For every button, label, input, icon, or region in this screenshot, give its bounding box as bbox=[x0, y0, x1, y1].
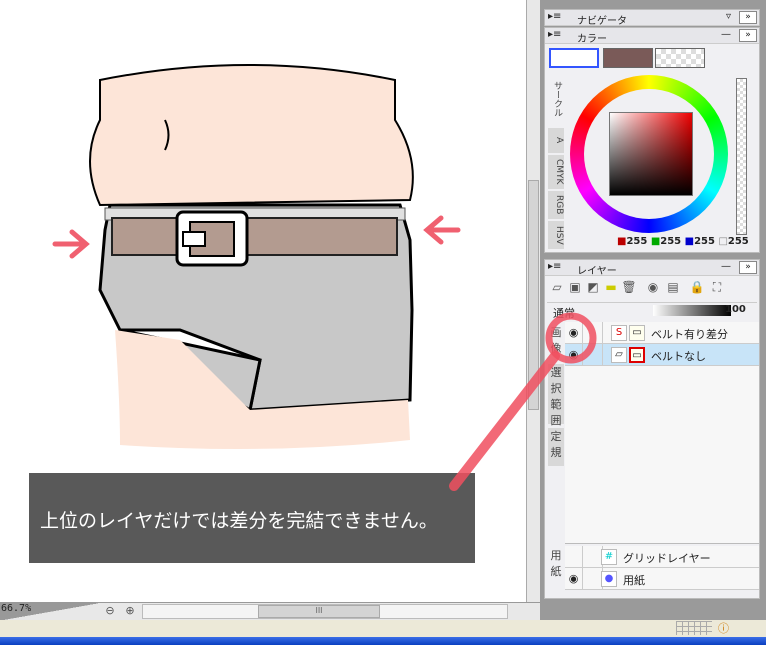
trash-icon[interactable]: 🗑 bbox=[621, 280, 637, 296]
tab-paper[interactable]: 用紙 bbox=[548, 547, 564, 591]
layer-thumbnail: S bbox=[611, 325, 627, 341]
color-panel: ▸≡ カラー — » サークル A CMYK RGB HSV ■255 ■255 ■2… bbox=[544, 27, 760, 253]
sub-color-swatch[interactable] bbox=[603, 48, 653, 68]
menu-icon[interactable]: ▸≡ bbox=[548, 29, 561, 40]
mask-icon[interactable]: ◉ bbox=[645, 280, 661, 296]
info-icon[interactable]: ⓘ bbox=[718, 620, 729, 636]
opacity-slider[interactable] bbox=[653, 305, 731, 316]
paper-icon: ● bbox=[601, 571, 617, 587]
annotation-circle bbox=[449, 312, 597, 491]
folder-icon: ▭ bbox=[629, 347, 645, 363]
layer-name: ベルトなし bbox=[651, 350, 706, 363]
transparent-swatch[interactable] bbox=[655, 48, 705, 68]
tab-circle[interactable]: サークル bbox=[548, 71, 564, 126]
folder-open-icon: ▱ bbox=[611, 347, 627, 363]
lock-icon[interactable]: 🔒 bbox=[689, 280, 705, 296]
tab-hsv[interactable]: HSV bbox=[548, 221, 564, 249]
panel-title: カラー bbox=[577, 34, 607, 45]
copy-layer-icon[interactable]: ▣ bbox=[567, 280, 583, 296]
opacity-value[interactable]: 100 bbox=[725, 304, 746, 315]
eye-icon[interactable]: ◉ bbox=[565, 568, 583, 590]
alpha-slider[interactable] bbox=[736, 78, 747, 235]
blue-value: 255 bbox=[694, 236, 715, 247]
folder-icon: ▭ bbox=[629, 325, 645, 341]
layer-name: 用紙 bbox=[623, 574, 645, 587]
zoom-in-icon[interactable]: ⊕ bbox=[122, 604, 138, 619]
zoom-out-icon[interactable]: ⊖ bbox=[102, 604, 118, 619]
color-values: ■255 ■255 ■255 □255 bbox=[617, 236, 749, 247]
collapse-button[interactable]: » bbox=[739, 11, 757, 24]
menu-icon[interactable]: ▸≡ bbox=[548, 261, 561, 272]
fit-icon[interactable]: ⛶ bbox=[709, 280, 725, 296]
expand-icon[interactable]: ▿ bbox=[726, 11, 731, 22]
alpha-value: 255 bbox=[727, 236, 749, 247]
caption-box: 上位のレイヤだけでは差分を完結できません。 bbox=[29, 473, 475, 563]
panel-title: レイヤー bbox=[577, 266, 617, 277]
taskbar bbox=[0, 637, 766, 645]
red-value: 255 bbox=[626, 236, 648, 247]
menu-icon[interactable]: ▸≡ bbox=[548, 11, 561, 22]
new-folder-icon[interactable]: ▬ bbox=[603, 280, 619, 296]
collapse-button[interactable]: » bbox=[739, 29, 757, 42]
minimize-icon[interactable]: — bbox=[721, 29, 731, 40]
saturation-value-square[interactable] bbox=[609, 112, 693, 196]
zoom-level[interactable]: 66.7% bbox=[0, 603, 98, 621]
edit-layer-icon[interactable]: ◩ bbox=[585, 280, 601, 296]
layer-row[interactable]: # グリッドレイヤー bbox=[565, 546, 759, 568]
minimize-icon[interactable]: — bbox=[721, 261, 731, 272]
status-bar: ⓘ bbox=[0, 620, 766, 637]
new-layer-icon[interactable]: ▱ bbox=[549, 280, 565, 296]
tab-cmyk[interactable]: CMYK bbox=[548, 155, 564, 189]
panel-title: ナビゲータ bbox=[577, 16, 627, 27]
grid-icon: # bbox=[601, 549, 617, 565]
navigator-panel: ▸≡ ナビゲータ ▿ » bbox=[544, 9, 760, 27]
layer-name: グリッドレイヤー bbox=[623, 552, 711, 565]
collapse-button[interactable]: » bbox=[739, 261, 757, 274]
tab-rgb[interactable]: RGB bbox=[548, 191, 564, 219]
tab-a[interactable]: A bbox=[548, 128, 564, 153]
merge-icon[interactable]: ▤ bbox=[665, 280, 681, 296]
layer-row[interactable]: ◉ ● 用紙 bbox=[565, 568, 759, 590]
horizontal-scrollbar[interactable]: III bbox=[142, 604, 508, 619]
layer-name: ベルト有り差分 bbox=[651, 328, 728, 341]
main-color-swatch[interactable] bbox=[549, 48, 599, 68]
green-value: 255 bbox=[660, 236, 682, 247]
grid-icon[interactable] bbox=[676, 621, 712, 635]
